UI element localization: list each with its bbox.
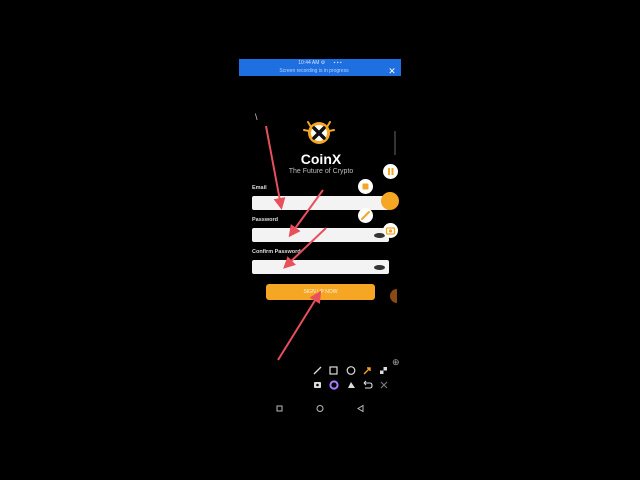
camera-icon[interactable] xyxy=(314,382,321,388)
mosaic-icon[interactable] xyxy=(380,367,387,374)
drawing-toolbar xyxy=(313,366,388,390)
undo-icon[interactable] xyxy=(363,380,373,389)
recents-icon[interactable] xyxy=(276,405,283,412)
circle-icon[interactable] xyxy=(346,366,356,375)
arrow-to-button xyxy=(277,290,322,361)
system-nav-bar xyxy=(276,404,364,413)
eraser-icon[interactable] xyxy=(348,382,355,388)
square-icon[interactable] xyxy=(329,366,338,375)
close-icon[interactable] xyxy=(380,381,388,389)
back-icon[interactable] xyxy=(357,404,364,413)
color-icon[interactable] xyxy=(329,380,339,390)
pen-icon[interactable] xyxy=(313,366,322,375)
home-icon[interactable] xyxy=(316,405,324,412)
arrow-to-email xyxy=(265,125,286,210)
arrow-icon[interactable] xyxy=(363,367,371,375)
arrow-to-password xyxy=(288,189,324,238)
